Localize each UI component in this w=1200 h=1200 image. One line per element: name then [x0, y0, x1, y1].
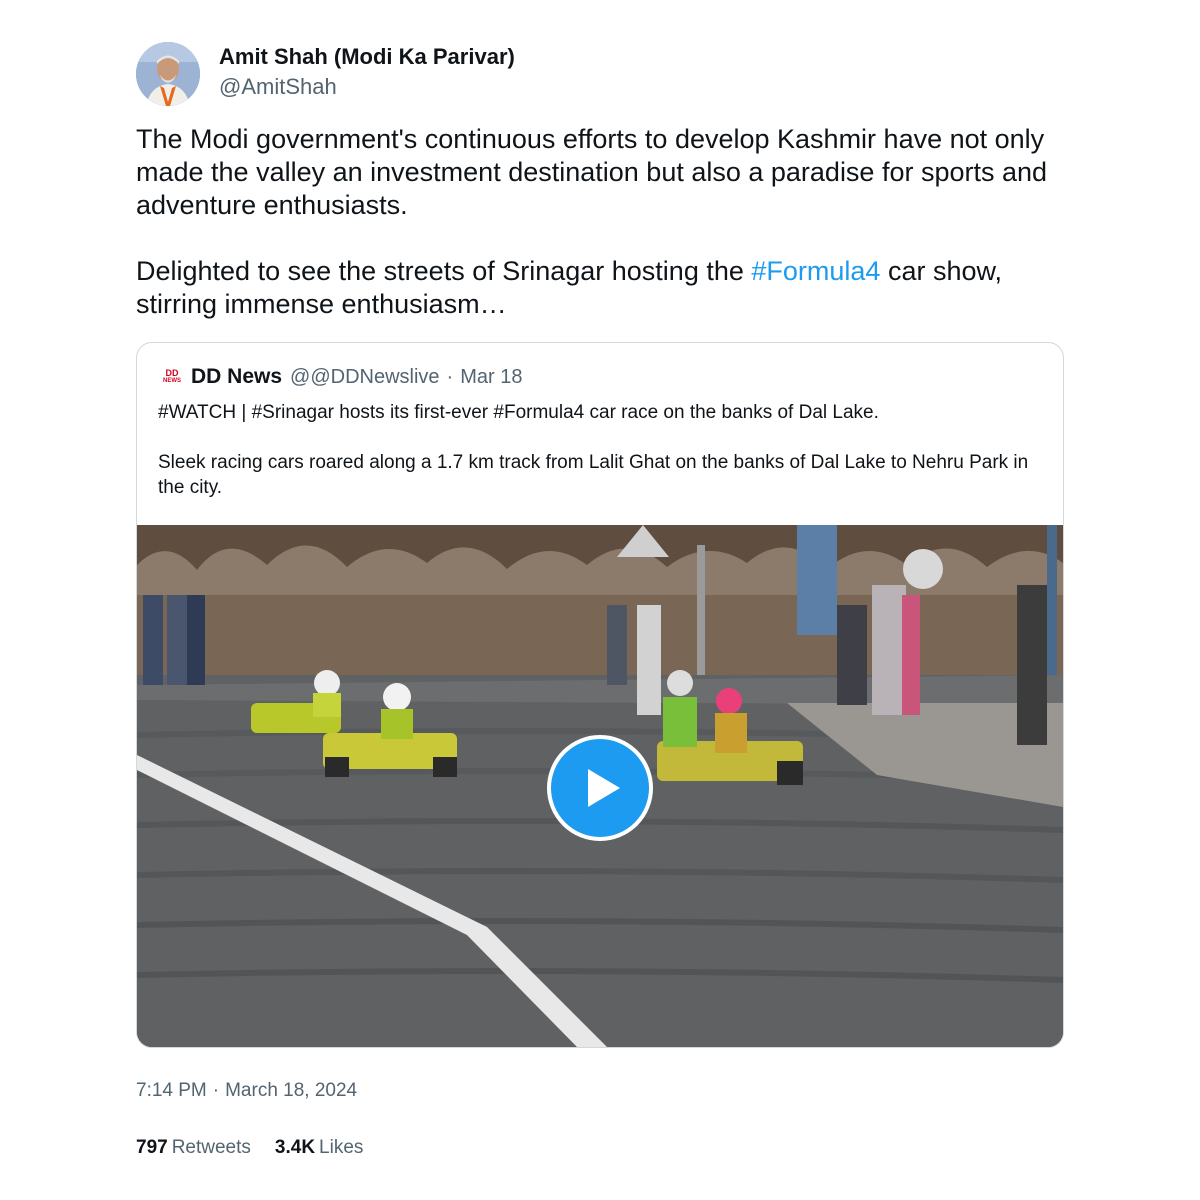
- quoted-tweet-card[interactable]: DD NEWS DD News @@DDNewslive · Mar 18 #W…: [136, 342, 1064, 1048]
- logo-text-top: DD: [165, 368, 179, 378]
- tweet-time: 7:14 PM: [136, 1080, 207, 1101]
- retweets-count: 797: [136, 1137, 168, 1158]
- logo-text-bottom: NEWS: [163, 378, 181, 384]
- hashtag-link[interactable]: #Formula4: [751, 256, 880, 286]
- tweet-date: March 18, 2024: [225, 1080, 358, 1101]
- separator-dot: ·: [446, 365, 454, 388]
- profile-photo-icon: [136, 42, 200, 106]
- author-display-name[interactable]: Amit Shah (Modi Ka Parivar): [219, 44, 515, 70]
- separator-dot: ·: [212, 1080, 220, 1101]
- likes-count: 3.4K: [274, 1137, 316, 1158]
- play-button[interactable]: [547, 735, 653, 841]
- tweet-text: The Modi government's continuous efforts…: [136, 123, 1076, 321]
- video-player[interactable]: [137, 525, 1063, 1047]
- quoted-paragraph-2: Sleek racing cars roared along a 1.7 km …: [158, 452, 1029, 498]
- author-handle[interactable]: @AmitShah: [219, 74, 337, 100]
- retweets-label: Retweets: [171, 1137, 251, 1158]
- likes-label: Likes: [319, 1137, 364, 1158]
- play-icon: [588, 769, 620, 807]
- quoted-tweet-header: DD NEWS DD News @@DDNewslive · Mar 18: [163, 365, 522, 389]
- author-avatar[interactable]: [136, 42, 200, 106]
- tweet-timestamp[interactable]: 7:14 PM · March 18, 2024: [136, 1080, 357, 1102]
- quoted-author-name[interactable]: DD News: [191, 365, 282, 389]
- retweets-stat[interactable]: 797 Retweets: [136, 1137, 251, 1159]
- quoted-tweet-text: #WATCH | #Srinagar hosts its first-ever …: [158, 400, 1038, 500]
- tweet-text-segment: Delighted to see the streets of Srinagar…: [136, 256, 752, 286]
- tweet-paragraph-2: Delighted to see the streets of Srinagar…: [136, 255, 1076, 321]
- engagement-stats: 797 Retweets 3.4K Likes: [136, 1137, 387, 1159]
- dd-news-logo-icon: DD NEWS: [163, 368, 181, 386]
- tweet-paragraph-1: The Modi government's continuous efforts…: [136, 124, 1048, 220]
- quoted-author-handle[interactable]: @@DDNewslive: [290, 366, 440, 389]
- quoted-tweet-date[interactable]: Mar 18: [460, 366, 522, 389]
- quoted-paragraph-1: #WATCH | #Srinagar hosts its first-ever …: [158, 402, 879, 423]
- likes-stat[interactable]: 3.4K Likes: [275, 1137, 364, 1159]
